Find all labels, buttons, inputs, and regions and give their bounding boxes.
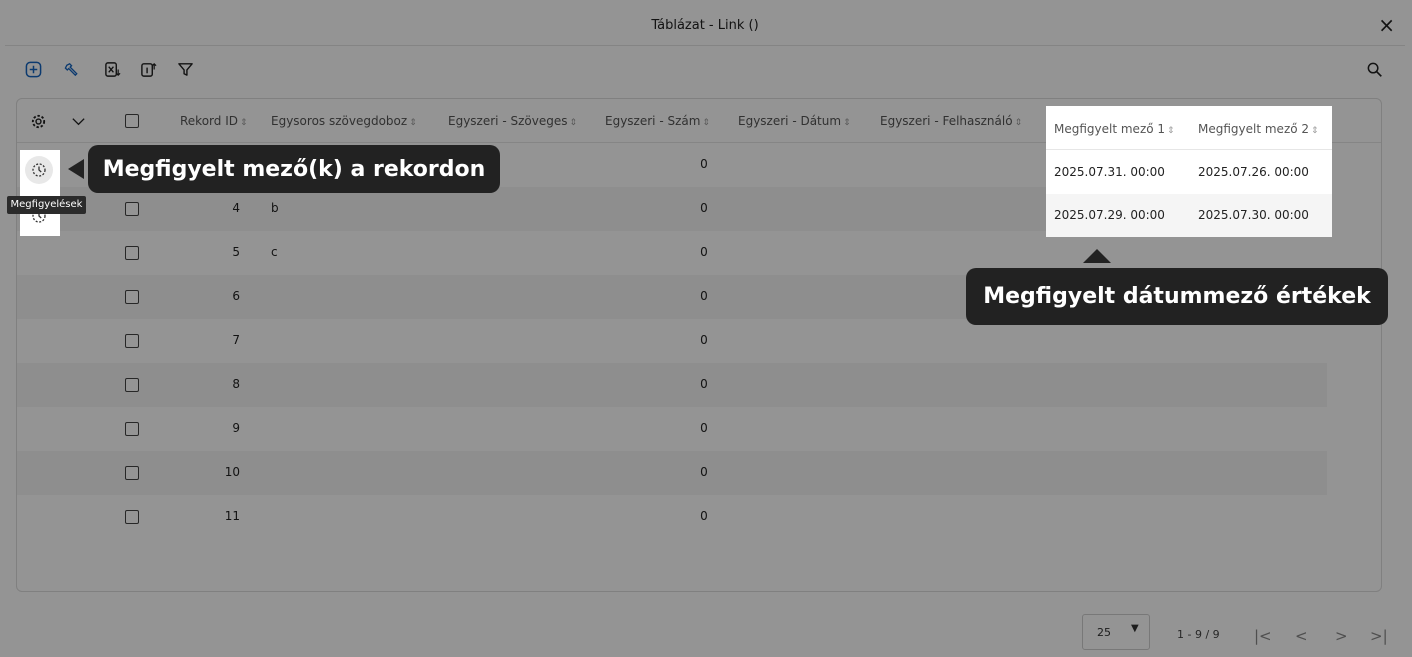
cell-record-id: 10	[224, 465, 240, 479]
row-checkbox[interactable]	[125, 202, 139, 216]
watch-clock-icon[interactable]	[25, 156, 53, 184]
row-checkbox[interactable]	[125, 334, 139, 348]
column-header-egyszeri-datum[interactable]: Egyszeri - Dátum ⇕	[738, 114, 851, 128]
table-row[interactable]: 11 0	[17, 495, 1327, 539]
cell-record-id: 7	[232, 333, 240, 347]
close-icon[interactable]: ×	[1378, 15, 1395, 35]
row-checkbox[interactable]	[125, 378, 139, 392]
page-size-select[interactable]: 25 ▼	[1082, 614, 1150, 650]
cell-record-id: 9	[232, 421, 240, 435]
column-header-egyszeri-szoveges[interactable]: Egyszeri - Szöveges ⇕	[448, 114, 577, 128]
wrench-icon[interactable]	[61, 58, 83, 80]
cell-record-id: 5	[232, 245, 240, 259]
cell-record-id: 4	[232, 201, 240, 215]
column-header-megfigyelt-1[interactable]: Megfigyelt mező 1 ⇕	[1054, 122, 1175, 136]
cell-number: 0	[700, 157, 708, 171]
highlighted-watched-columns: Megfigyelt mező 1 ⇕ Megfigyelt mező 2 ⇕ 20…	[1046, 106, 1332, 237]
cell-watched-2: 2025.07.26. 00:00	[1198, 165, 1309, 179]
cell-record-id: 11	[224, 509, 240, 523]
row-checkbox[interactable]	[125, 510, 139, 524]
callout-watched-values: Megfigyelt dátummező értékek	[966, 268, 1388, 325]
chevron-down-icon[interactable]	[67, 110, 89, 132]
cell-number: 0	[700, 245, 708, 259]
cell-text: c	[271, 245, 278, 259]
add-icon[interactable]	[22, 58, 44, 80]
column-header-megfigyelt-2[interactable]: Megfigyelt mező 2 ⇕	[1198, 122, 1319, 136]
page-size-value: 25	[1097, 626, 1111, 639]
dialog-title: Táblázat - Link ()	[651, 18, 759, 33]
title-bar: Táblázat - Link () ×	[5, 8, 1405, 46]
cell-watched-1: 2025.07.29. 00:00	[1054, 208, 1165, 222]
table-row[interactable]: 10 0	[17, 451, 1327, 495]
table-row[interactable]: 7 0	[17, 319, 1327, 363]
cell-number: 0	[700, 333, 708, 347]
cell-number: 0	[700, 509, 708, 523]
excel-export-icon[interactable]	[101, 58, 123, 80]
table-row[interactable]: 9 0	[17, 407, 1327, 451]
cell-number: 0	[700, 377, 708, 391]
pagination-range: 1 - 9 / 9	[1177, 628, 1220, 641]
filter-icon[interactable]	[174, 58, 196, 80]
row-checkbox[interactable]	[125, 290, 139, 304]
last-page-icon[interactable]: >|	[1370, 627, 1388, 645]
cell-number: 0	[700, 421, 708, 435]
callout-watch-icon: Megfigyelt mező(k) a rekordon	[88, 145, 500, 193]
cell-record-id: 8	[232, 377, 240, 391]
column-header-rekord-id[interactable]: Rekord ID ⇕	[180, 114, 248, 128]
search-icon[interactable]	[1363, 58, 1385, 80]
cell-watched-1: 2025.07.31. 00:00	[1054, 165, 1165, 179]
prev-page-icon[interactable]: <	[1295, 627, 1308, 645]
row-checkbox[interactable]	[125, 466, 139, 480]
first-page-icon[interactable]: |<	[1254, 627, 1272, 645]
cell-number: 0	[700, 465, 708, 479]
column-header-egyszeri-felhasznalo[interactable]: Egyszeri - Felhasználó ⇕	[880, 114, 1022, 128]
highlighted-watch-column	[20, 150, 60, 236]
row-checkbox[interactable]	[125, 422, 139, 436]
cell-number: 0	[700, 289, 708, 303]
watch-tooltip: Megfigyelések	[7, 196, 86, 214]
column-header-text[interactable]: Egysoros szövegdoboz ⇕	[271, 114, 417, 128]
table-row[interactable]: 8 0	[17, 363, 1327, 407]
gear-icon[interactable]	[27, 110, 49, 132]
callout-arrow-left-icon	[68, 159, 84, 179]
cell-watched-2: 2025.07.30. 00:00	[1198, 208, 1309, 222]
cell-text: b	[271, 201, 279, 215]
next-page-icon[interactable]: >	[1335, 627, 1348, 645]
row-checkbox[interactable]	[125, 246, 139, 260]
column-header-egyszeri-szam[interactable]: Egyszeri - Szám ⇕	[605, 114, 710, 128]
import-icon[interactable]	[137, 58, 159, 80]
header-divider	[1046, 149, 1332, 150]
select-all-checkbox[interactable]	[125, 114, 139, 128]
cell-number: 0	[700, 201, 708, 215]
toolbar	[5, 52, 1405, 86]
cell-record-id: 6	[232, 289, 240, 303]
dropdown-caret-icon: ▼	[1131, 623, 1139, 634]
callout-arrow-up-icon	[1083, 249, 1111, 263]
